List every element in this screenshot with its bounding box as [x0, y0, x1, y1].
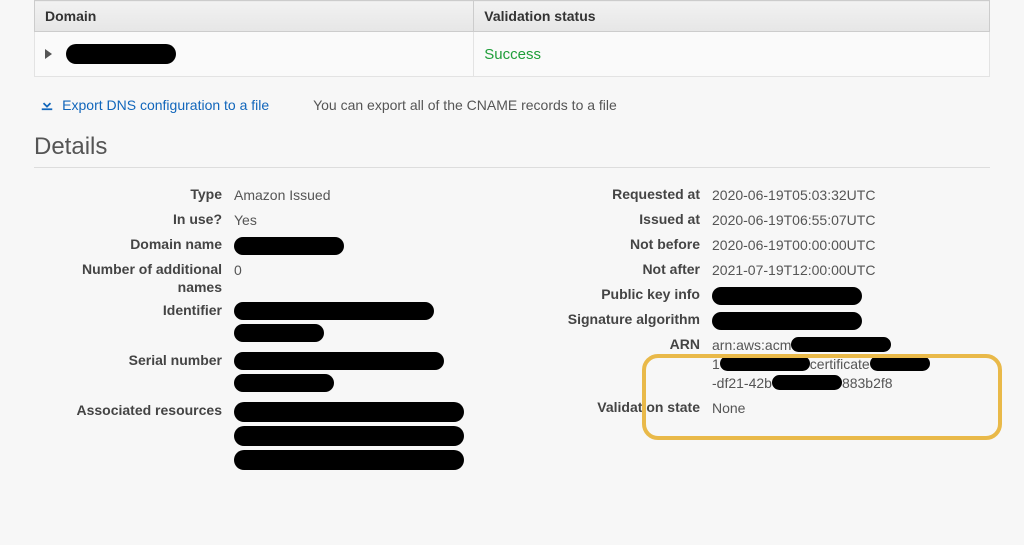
value-identifier-redacted-2	[234, 324, 324, 342]
col-header-domain: Domain	[35, 1, 474, 32]
value-sigalg-redacted	[712, 312, 862, 330]
arn-redacted-3	[870, 356, 930, 371]
label-type: Type	[34, 186, 234, 205]
label-public-key-info: Public key info	[512, 286, 712, 305]
arn-redacted-1	[791, 337, 891, 352]
details-left-column: Type Amazon Issued In use? Yes Domain na…	[34, 186, 512, 480]
download-icon	[40, 98, 58, 115]
details-heading: Details	[34, 133, 990, 168]
value-not-before: 2020-06-19T00:00:00UTC	[712, 236, 990, 255]
value-serial-redacted-2	[234, 374, 334, 392]
value-pubkey-redacted	[712, 287, 862, 305]
value-assoc-redacted-2	[234, 426, 464, 446]
validation-status: Success	[484, 46, 541, 63]
label-domain-name: Domain name	[34, 236, 234, 255]
value-domain-redacted	[234, 237, 344, 255]
export-row: Export DNS configuration to a file You c…	[40, 97, 990, 115]
value-validation-state: None	[712, 399, 990, 418]
value-serial-redacted	[234, 352, 444, 370]
label-arn: ARN	[512, 336, 712, 393]
value-arn: arn:aws:acm 1certificate -df21-42b883b2f…	[712, 336, 990, 393]
label-additional-names: Number of additional names	[34, 261, 234, 296]
value-requested-at: 2020-06-19T05:03:32UTC	[712, 186, 990, 205]
label-signature-algorithm: Signature algorithm	[512, 311, 712, 330]
details-right-column: Requested at 2020-06-19T05:03:32UTC Issu…	[512, 186, 990, 480]
label-in-use: In use?	[34, 211, 234, 230]
value-not-after: 2021-07-19T12:00:00UTC	[712, 261, 990, 280]
col-header-status: Validation status	[474, 1, 990, 32]
expand-icon[interactable]	[45, 49, 52, 59]
export-dns-link[interactable]: Export DNS configuration to a file	[62, 97, 269, 113]
label-serial-number: Serial number	[34, 352, 234, 396]
value-in-use: Yes	[234, 211, 512, 230]
value-additional-names: 0	[234, 261, 512, 296]
label-associated-resources: Associated resources	[34, 402, 234, 474]
export-note: You can export all of the CNAME records …	[313, 97, 617, 113]
validation-table: Domain Validation status Success	[34, 0, 990, 77]
value-assoc-redacted-3	[234, 450, 464, 470]
label-not-before: Not before	[512, 236, 712, 255]
value-identifier-redacted	[234, 302, 434, 320]
label-requested-at: Requested at	[512, 186, 712, 205]
value-type: Amazon Issued	[234, 186, 512, 205]
label-validation-state: Validation state	[512, 399, 712, 418]
value-issued-at: 2020-06-19T06:55:07UTC	[712, 211, 990, 230]
label-issued-at: Issued at	[512, 211, 712, 230]
arn-redacted-2	[720, 356, 810, 371]
arn-redacted-4	[772, 375, 842, 390]
label-identifier: Identifier	[34, 302, 234, 346]
validation-row[interactable]: Success	[35, 32, 990, 77]
domain-redacted	[66, 44, 176, 64]
label-not-after: Not after	[512, 261, 712, 280]
value-assoc-redacted-1	[234, 402, 464, 422]
